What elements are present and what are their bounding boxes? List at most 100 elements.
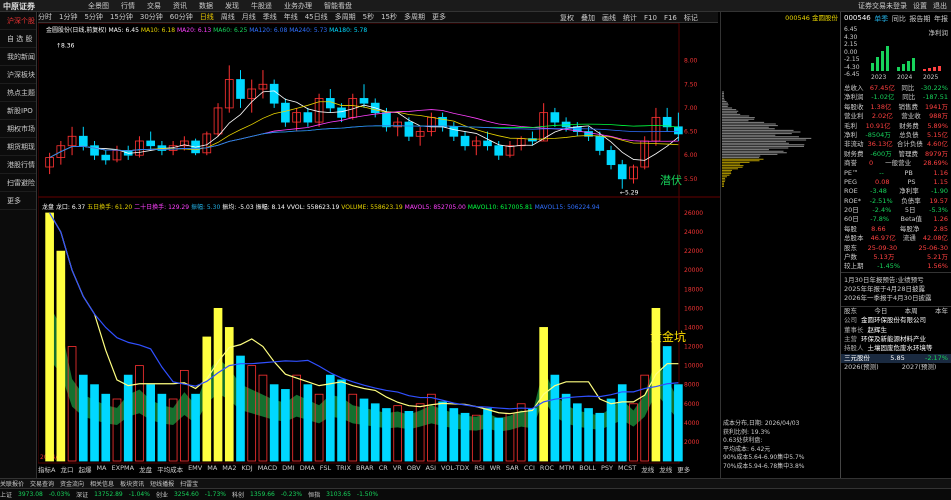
main-menu-item[interactable]: 数据 xyxy=(199,1,213,11)
rp-tab[interactable]: 年报 xyxy=(934,14,948,24)
rp-cell: 1.56% xyxy=(927,262,948,271)
top-right-item[interactable]: 退出 xyxy=(933,1,947,11)
sidebar-item[interactable]: 扫雷避险 xyxy=(0,174,36,192)
indicator-tab[interactable]: 指标A xyxy=(38,464,55,474)
bottom-tab[interactable]: 资金流向 xyxy=(60,479,84,488)
tool-button[interactable]: 画线 xyxy=(602,13,616,23)
sidebar-item[interactable]: 新股IPO xyxy=(0,102,36,120)
concept-row[interactable]: 三元股份 5.85 -2.17% xyxy=(841,353,951,364)
tool-button[interactable]: 标记 xyxy=(684,13,698,23)
bottom-tab[interactable]: 相关信息 xyxy=(90,479,114,488)
period-tab[interactable]: 多周期 xyxy=(335,12,356,22)
indicator-tab[interactable]: OBV xyxy=(407,464,421,474)
period-tab[interactable]: 分时 xyxy=(38,12,52,22)
indicator-tab[interactable]: DMI xyxy=(282,464,295,474)
period-tab[interactable]: 周线 xyxy=(221,12,235,22)
indicator-tab[interactable]: ROC xyxy=(540,464,554,474)
indicator-tab[interactable]: MA2 xyxy=(222,464,236,474)
tool-button[interactable]: F10 xyxy=(644,14,657,22)
period-tab[interactable]: 多周期 xyxy=(404,12,425,22)
indicator-tab[interactable]: MCST xyxy=(618,464,636,474)
bottom-tab[interactable]: 短线播报 xyxy=(150,479,174,488)
period-tab[interactable]: 更多 xyxy=(432,12,446,22)
sidebar-item[interactable]: 期货期现 xyxy=(0,138,36,156)
sidebar-item[interactable]: 热点主题 xyxy=(0,84,36,102)
indicator-tab[interactable]: MTM xyxy=(559,464,574,474)
period-tab[interactable]: 15秒 xyxy=(381,12,397,22)
period-tab[interactable]: 5分钟 xyxy=(84,12,102,22)
indicator-tab[interactable]: EXPMA xyxy=(112,464,135,474)
indicator-tab[interactable]: CR xyxy=(379,464,388,474)
indicator-tab[interactable]: MA xyxy=(96,464,106,474)
tool-button[interactable]: 叠加 xyxy=(581,13,595,23)
indicator-tab[interactable]: 龙线 xyxy=(641,464,654,474)
rp-tab[interactable]: 同比 xyxy=(892,14,906,24)
rp-cell: 较上期 xyxy=(844,262,864,271)
indicator-tab[interactable]: FSL xyxy=(320,464,331,474)
indicator-tab[interactable]: EMV xyxy=(188,464,202,474)
sidebar-item[interactable]: 自 选 股 xyxy=(0,30,36,48)
main-menu-item[interactable]: 交易 xyxy=(147,1,161,11)
indicator-tab[interactable]: 龙口 xyxy=(60,464,73,474)
tool-button[interactable]: 复权 xyxy=(560,13,574,23)
period-tab[interactable]: 年线 xyxy=(284,12,298,22)
forecast-cell: 2027(预测) xyxy=(901,363,937,372)
sidebar-item[interactable]: 期权市场 xyxy=(0,120,36,138)
rp-cell: ROE xyxy=(844,187,858,196)
bottom-tab[interactable]: 扫雷宝 xyxy=(180,479,198,488)
sidebar-item[interactable]: 沪深个股 xyxy=(0,12,36,30)
rp-tab[interactable]: 报告期 xyxy=(909,14,930,24)
main-menu-item[interactable]: 发现 xyxy=(225,1,239,11)
bottom-tab[interactable]: 交易查询 xyxy=(30,479,54,488)
main-menu-item[interactable]: 行情 xyxy=(121,1,135,11)
bottom-tab[interactable]: 关联报价 xyxy=(0,479,24,488)
indicator-tab[interactable]: PSY xyxy=(601,464,613,474)
period-tab[interactable]: 60分钟 xyxy=(170,12,193,22)
kline-chart[interactable]: 金圆股份(日线,前复权) MA5: 6.45 MA10: 6.18 MA20: … xyxy=(38,23,720,468)
indicator-tab[interactable]: 更多 xyxy=(677,464,690,474)
main-menu-item[interactable]: 全景图 xyxy=(88,1,109,11)
main-menu-item[interactable]: 智能看盘 xyxy=(324,1,352,11)
indicator-tab[interactable]: TRIX xyxy=(336,464,351,474)
indicator-tab[interactable]: 起爆 xyxy=(78,464,91,474)
period-tab[interactable]: 1分钟 xyxy=(59,12,77,22)
period-tab[interactable]: 月线 xyxy=(242,12,256,22)
bottom-tab[interactable]: 板块资讯 xyxy=(120,479,144,488)
sidebar-item[interactable]: 港股行情 xyxy=(0,156,36,174)
indicator-tab[interactable]: KDJ xyxy=(242,464,253,474)
period-tab[interactable]: 日线 xyxy=(200,12,214,22)
indicator-tab[interactable]: 龙线 xyxy=(659,464,672,474)
indicator-tab[interactable]: WR xyxy=(490,464,501,474)
period-tab[interactable]: 30分钟 xyxy=(140,12,163,22)
indicator-tab[interactable]: 平均成本 xyxy=(157,464,183,474)
indicator-tab[interactable]: BOLL xyxy=(579,464,596,474)
indicator-tab[interactable]: RSI xyxy=(474,464,485,474)
index-ticker: 上证 3973.08 -0.03% 深证 13752.89 -1.04% 创业 3254.60… xyxy=(0,488,951,500)
indicator-tab[interactable]: BRAR xyxy=(356,464,374,474)
period-tab[interactable]: 5秒 xyxy=(363,12,374,22)
tool-button[interactable]: 统计 xyxy=(623,13,637,23)
tool-button[interactable]: F16 xyxy=(664,14,677,22)
rp-tab[interactable]: 单季 xyxy=(874,14,888,24)
period-tab[interactable]: 季线 xyxy=(263,12,277,22)
top-right-item[interactable]: 证券交易未登录 xyxy=(858,1,907,11)
sidebar-item[interactable]: 沪深板块 xyxy=(0,66,36,84)
main-menu-item[interactable]: 牛股遥 xyxy=(251,1,272,11)
top-right-item[interactable]: 设置 xyxy=(913,1,927,11)
indicator-tab[interactable]: 龙盘 xyxy=(139,464,152,474)
indicator-tab[interactable]: DMA xyxy=(300,464,315,474)
period-tab[interactable]: 15分钟 xyxy=(110,12,133,22)
indicator-tab[interactable]: ASI xyxy=(426,464,437,474)
rp-row: 商誉 0 一般营业 28.69% xyxy=(841,159,951,168)
indicator-tab[interactable]: MA xyxy=(207,464,217,474)
period-tab[interactable]: 45日线 xyxy=(305,12,328,22)
main-menu-item[interactable]: 资讯 xyxy=(173,1,187,11)
indicator-tab[interactable]: CCI xyxy=(524,464,535,474)
sidebar-item[interactable]: 我的新闻 xyxy=(0,48,36,66)
main-menu-item[interactable]: 业务办理 xyxy=(284,1,312,11)
indicator-tab[interactable]: VOL-TDX xyxy=(441,464,469,474)
sidebar-item[interactable]: 更多 xyxy=(0,192,36,210)
indicator-tab[interactable]: MACD xyxy=(258,464,277,474)
indicator-tab[interactable]: VR xyxy=(393,464,402,474)
indicator-tab[interactable]: SAR xyxy=(506,464,519,474)
